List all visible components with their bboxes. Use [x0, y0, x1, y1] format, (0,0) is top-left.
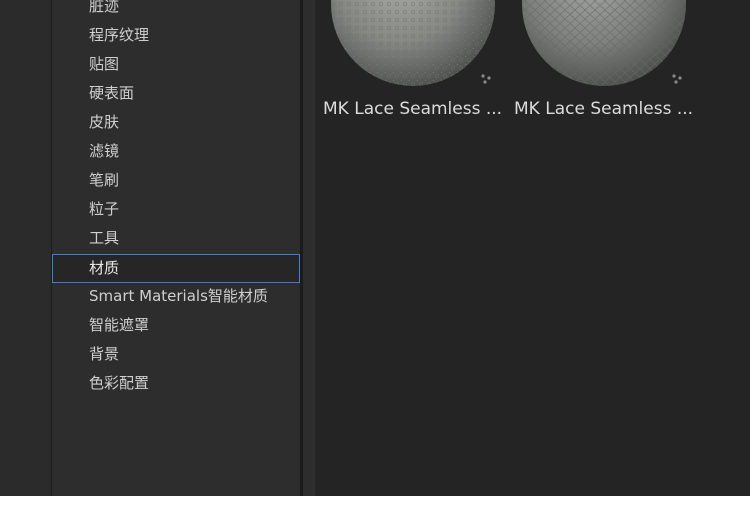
tree-item-particles[interactable]: 粒子 — [52, 196, 300, 225]
tree-item-color-profiles[interactable]: 色彩配置 — [52, 370, 300, 399]
tree-item-label: 滤镜 — [89, 142, 120, 160]
tree-item-textures[interactable]: 贴图 — [52, 51, 300, 80]
tree-item-label: 皮肤 — [89, 113, 120, 131]
tree-item-label: 智能遮罩 — [89, 316, 150, 334]
tree-item-label: 色彩配置 — [89, 374, 150, 392]
shelf-item-type-icon — [672, 74, 682, 84]
shelf-window: 脏迹 程序纹理 贴图 硬表面 皮肤 滤镜 笔刷 粒子 工具 材质 Smart M… — [0, 0, 750, 496]
tree-item-smart-materials[interactable]: Smart Materials智能材质 — [52, 283, 300, 312]
sphere-thumbnail-icon — [522, 0, 686, 86]
tree-item-skin[interactable]: 皮肤 — [52, 109, 300, 138]
asset-tile[interactable]: MK Lace Seamless ... — [514, 0, 694, 130]
tree-item-label: 笔刷 — [89, 171, 120, 189]
tree-item-procedurals[interactable]: 程序纹理 — [52, 22, 300, 51]
asset-label: MK Lace Seamless ... — [323, 99, 503, 119]
asset-tile[interactable]: MK Lace Seamless ... — [323, 0, 503, 130]
tree-item-label: 背景 — [89, 345, 120, 363]
tree-item-brushes[interactable]: 笔刷 — [52, 167, 300, 196]
tree-item-label: Smart Materials智能材质 — [89, 287, 268, 305]
tree-item-label: 脏迹 — [89, 0, 120, 15]
tree-item-tools[interactable]: 工具 — [52, 225, 300, 254]
tree-item-label: 工具 — [89, 229, 120, 247]
tree-item-filters[interactable]: 滤镜 — [52, 138, 300, 167]
tree-item-environments[interactable]: 背景 — [52, 341, 300, 370]
tree-item-materials[interactable]: 材质 — [52, 254, 300, 283]
tree-item-label: 硬表面 — [89, 84, 135, 102]
panel-gutter — [303, 0, 315, 496]
sphere-thumbnail-icon — [331, 0, 495, 86]
tree-item-label: 程序纹理 — [89, 26, 150, 44]
tree-item-smart-masks[interactable]: 智能遮罩 — [52, 312, 300, 341]
tree-item-label: 材质 — [89, 259, 120, 277]
tree-item-label: 贴图 — [89, 55, 120, 73]
tree-item-dirt[interactable]: 脏迹 — [52, 0, 300, 22]
tree-item-hard-surfaces[interactable]: 硬表面 — [52, 80, 300, 109]
left-toolbar-strip — [0, 0, 52, 496]
tree-item-label: 粒子 — [89, 200, 120, 218]
shelf-category-tree: 脏迹 程序纹理 贴图 硬表面 皮肤 滤镜 笔刷 粒子 工具 材质 Smart M… — [52, 0, 302, 496]
shelf-item-type-icon — [481, 74, 491, 84]
asset-grid: MK Lace Seamless ... MK Lace Seamless ..… — [315, 0, 750, 496]
asset-label: MK Lace Seamless ... — [514, 99, 694, 119]
